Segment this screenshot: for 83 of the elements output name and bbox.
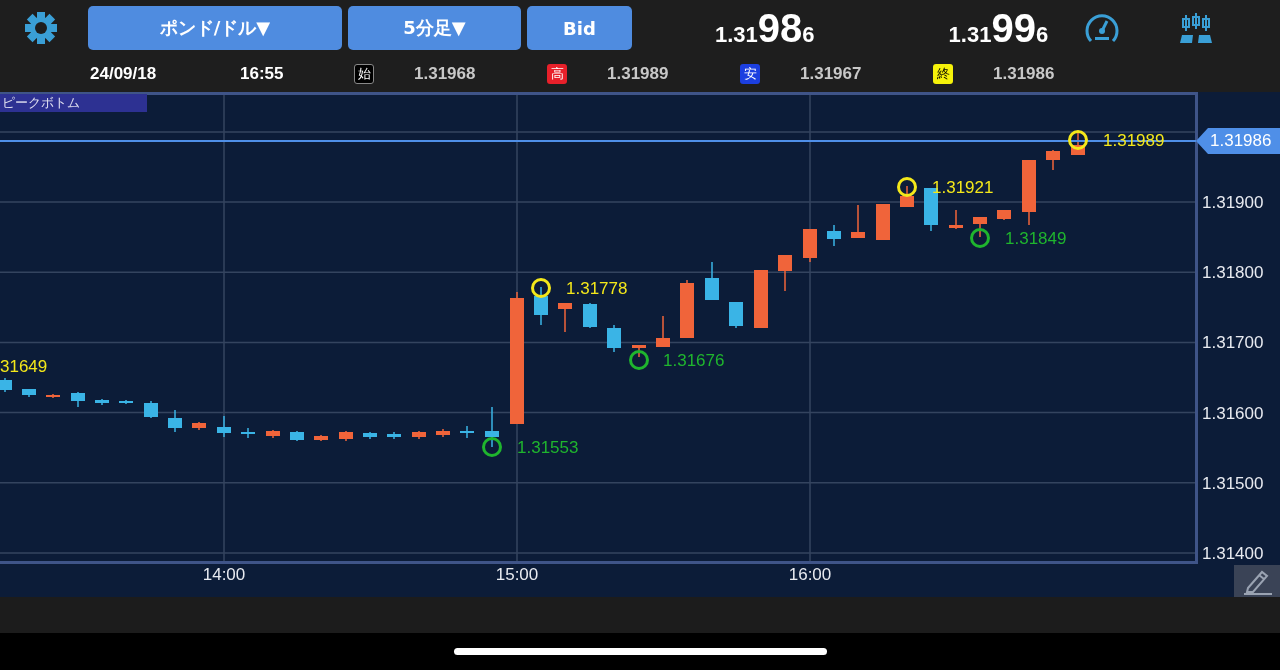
axis-label: 1.31500 xyxy=(1202,473,1264,493)
settings-icon[interactable] xyxy=(24,11,58,45)
candlestick xyxy=(778,254,792,292)
candlestick xyxy=(851,204,865,239)
marker-label: 31649 xyxy=(0,357,48,376)
marker-label: 1.31778 xyxy=(566,279,628,298)
price-badge: 高 xyxy=(547,64,567,84)
peak-marker-icon xyxy=(531,278,551,298)
price-quote: 1.31986 xyxy=(715,5,815,51)
candlestick xyxy=(705,261,719,301)
candlestick xyxy=(1046,149,1060,171)
bottom-marker-icon xyxy=(629,350,649,370)
candlestick xyxy=(876,203,890,241)
candlestick xyxy=(266,429,280,439)
candlestick xyxy=(558,302,572,333)
marker-label: 1.31553 xyxy=(517,438,579,457)
candlestick xyxy=(241,427,255,439)
timeframe-button[interactable]: 5分足▼ xyxy=(348,6,521,50)
speedometer-icon[interactable] xyxy=(1084,11,1121,45)
candlestick xyxy=(387,431,401,440)
axis-label: 1.31800 xyxy=(1202,263,1264,283)
axis-label: 16:00 xyxy=(788,565,832,584)
candlestick xyxy=(95,398,109,406)
candlestick xyxy=(436,428,450,438)
candlestick xyxy=(363,431,377,440)
candlestick xyxy=(754,269,768,329)
axis-label: 1.31400 xyxy=(1202,544,1264,563)
peak-marker-icon xyxy=(1068,130,1088,150)
candlestick xyxy=(412,430,426,440)
price-badge: 安 xyxy=(740,64,760,84)
candlestick xyxy=(0,377,12,393)
candlestick xyxy=(583,302,597,329)
candlestick xyxy=(900,185,914,208)
candlestick xyxy=(680,279,694,339)
date-text: 24/09/18 xyxy=(90,64,158,84)
axis-label: 1.31600 xyxy=(1202,403,1264,423)
pencil-icon[interactable] xyxy=(1234,565,1280,597)
price-value: 1.31968 xyxy=(414,64,476,84)
bottom-marker-icon xyxy=(482,437,502,457)
candlestick xyxy=(460,425,474,439)
axis-label: 14:00 xyxy=(202,565,246,584)
candlestick xyxy=(71,391,85,408)
peak-marker-icon xyxy=(897,177,917,197)
candlestick xyxy=(192,421,206,431)
candlestick xyxy=(949,209,963,230)
price-quote: 1.31996 xyxy=(948,5,1049,51)
time-text: 16:55 xyxy=(240,64,285,84)
candlestick xyxy=(997,209,1011,221)
axis-label: 15:00 xyxy=(495,565,539,584)
candlestick xyxy=(973,216,987,238)
current-price-tag: 1.31986 xyxy=(1196,128,1280,154)
candlestick xyxy=(22,388,36,398)
candlestick xyxy=(607,324,621,353)
candlestick xyxy=(1022,159,1036,226)
price-badge: 終 xyxy=(933,64,953,84)
candlestick xyxy=(632,344,646,358)
candlestick xyxy=(290,430,304,442)
candlestick xyxy=(534,286,548,326)
candlestick xyxy=(656,315,670,348)
legend-label: ピークボトム xyxy=(0,94,147,112)
marker-label: 1.31921 xyxy=(932,178,994,197)
candlestick-chart-icon[interactable] xyxy=(1180,13,1213,43)
candlestick xyxy=(168,409,182,433)
price-value: 1.31967 xyxy=(800,64,862,84)
candlestick xyxy=(217,415,231,438)
candlestick xyxy=(803,228,817,263)
candlestick xyxy=(827,224,841,247)
marker-label: 1.31849 xyxy=(1005,229,1067,248)
axis-label: 1.31900 xyxy=(1202,193,1264,212)
axis-label: 1.31700 xyxy=(1202,333,1264,353)
marker-label: 1.31676 xyxy=(663,351,725,370)
candlestick xyxy=(1071,131,1085,156)
candlestick xyxy=(729,301,743,329)
price-value: 1.31986 xyxy=(993,64,1055,84)
bottom-marker-icon xyxy=(970,228,990,248)
candlestick xyxy=(339,430,353,442)
candlestick xyxy=(314,434,328,442)
bid-button[interactable]: Bid xyxy=(527,6,632,50)
candlestick xyxy=(144,400,158,419)
currency-pair-button[interactable]: ポンド/ドル▼ xyxy=(88,6,342,50)
candlestick xyxy=(485,406,499,448)
price-value: 1.31989 xyxy=(607,64,669,84)
price-badge: 始 xyxy=(354,64,374,84)
